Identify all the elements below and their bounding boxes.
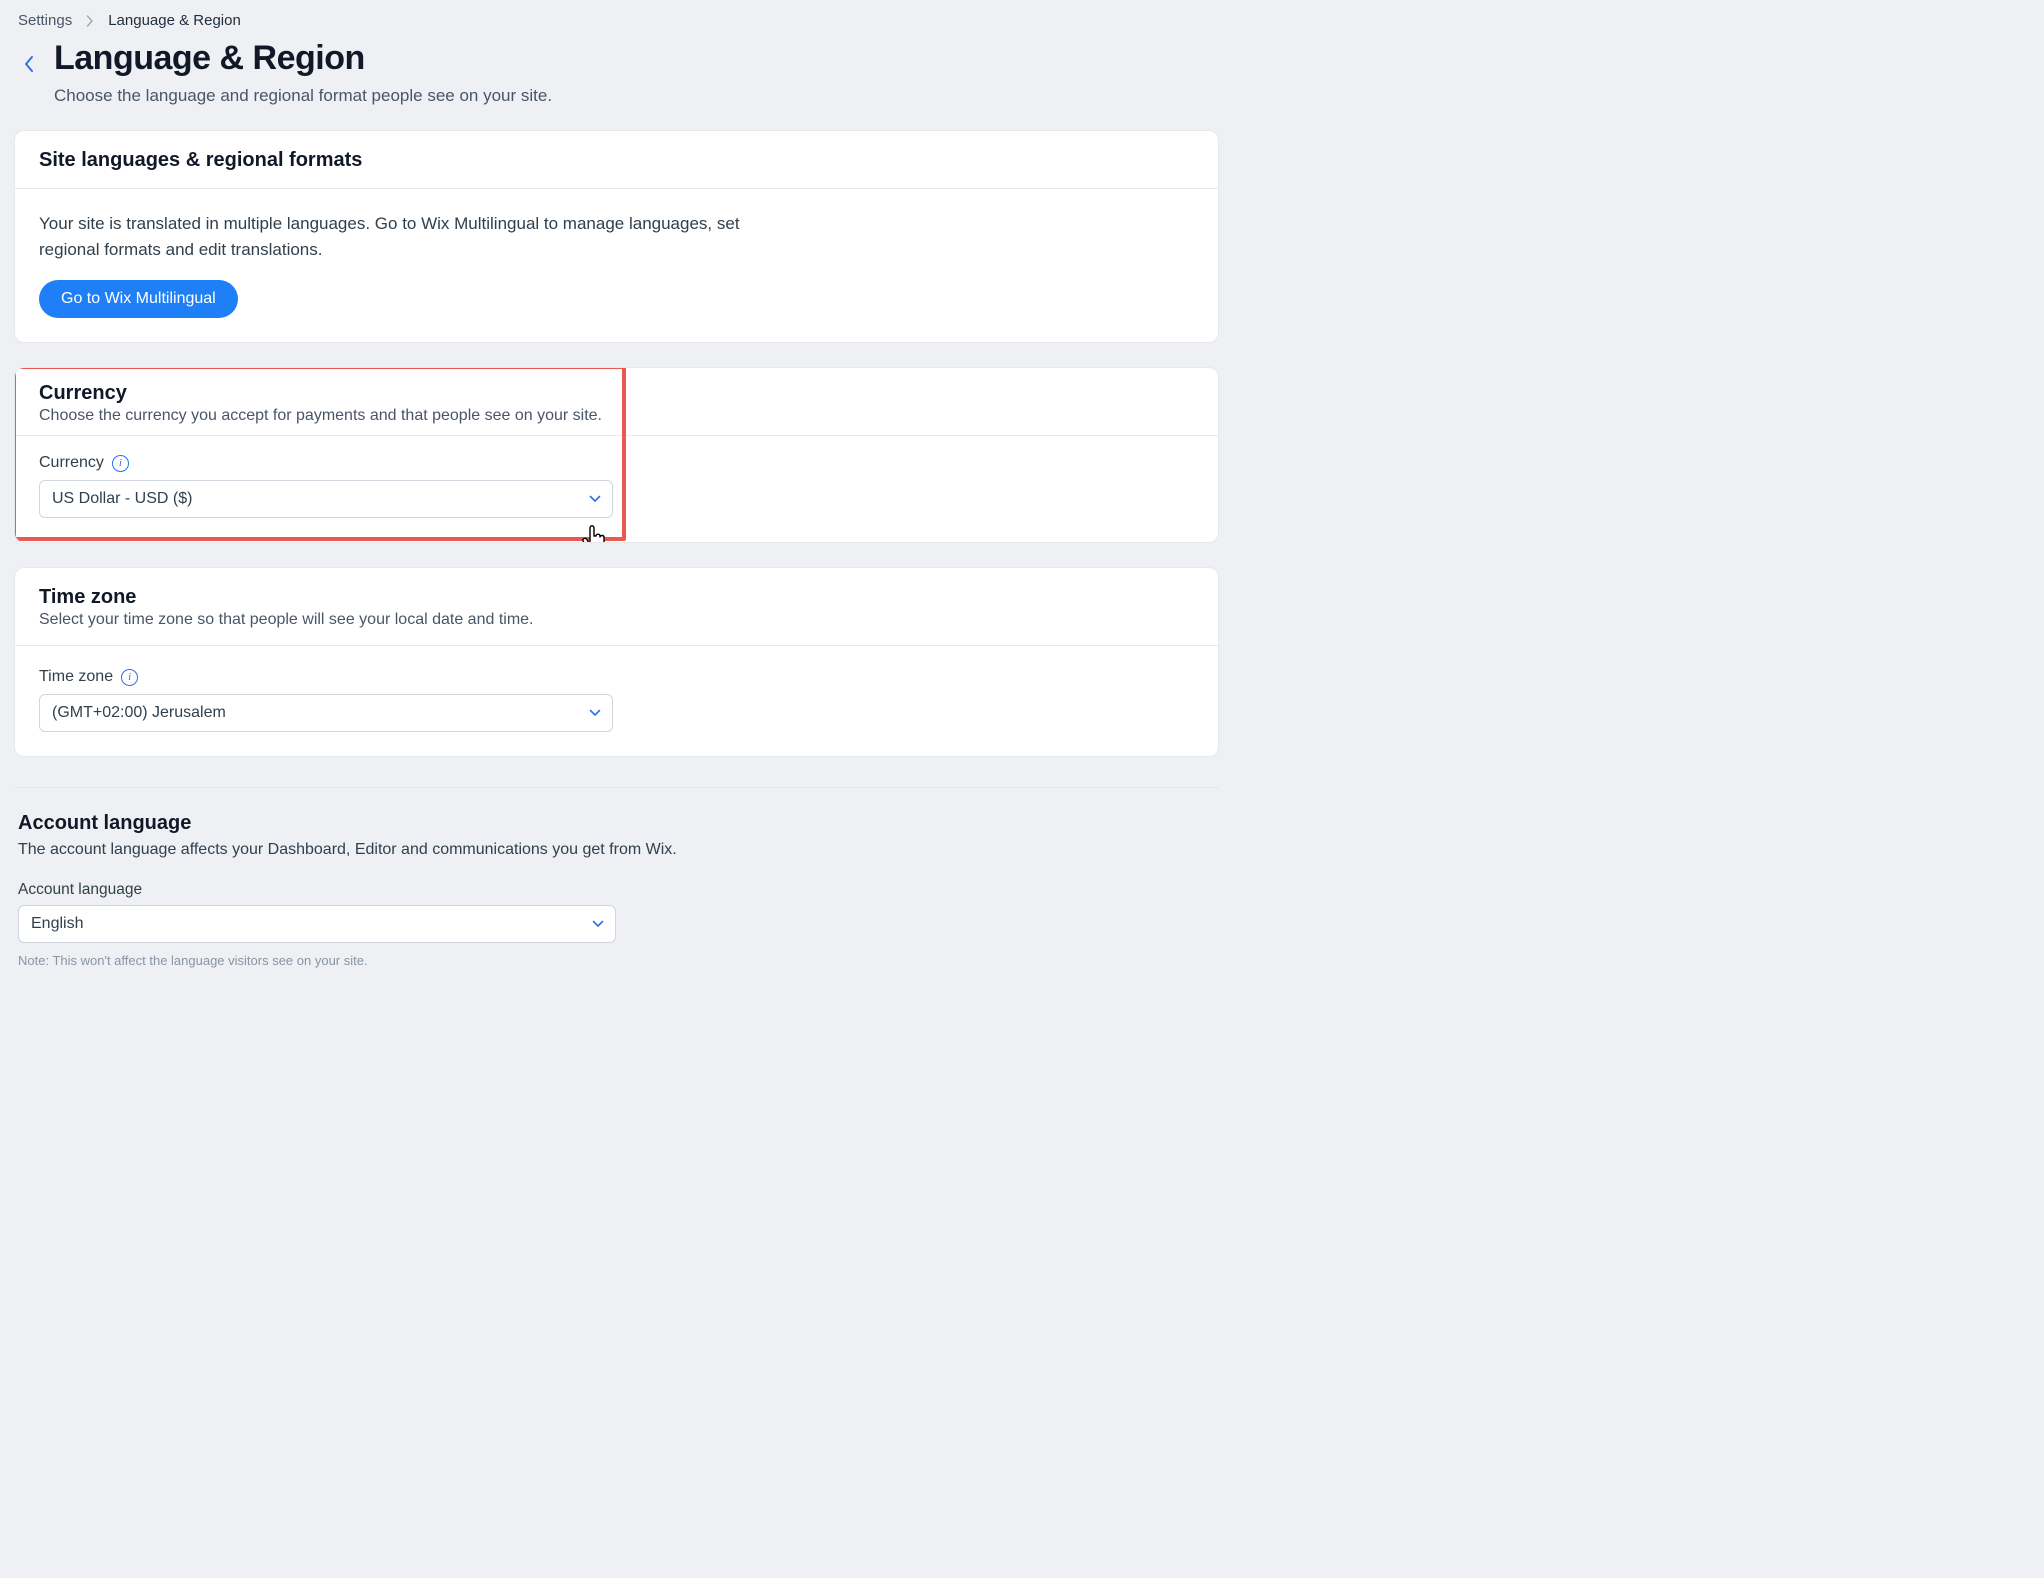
currency-select-value: US Dollar - USD ($) (52, 490, 192, 508)
timezone-card: Time zone Select your time zone so that … (14, 567, 1219, 757)
currency-field-label: Currency (39, 454, 104, 472)
timezone-field-label: Time zone (39, 668, 113, 686)
site-languages-card: Site languages & regional formats Your s… (14, 130, 1219, 343)
account-language-note: Note: This won't affect the language vis… (18, 953, 1215, 968)
info-icon[interactable]: i (112, 455, 129, 472)
account-language-select[interactable]: English (18, 905, 616, 943)
currency-desc: Choose the currency you accept for payme… (39, 407, 1194, 425)
currency-title: Currency (39, 382, 1194, 405)
timezone-select[interactable]: (GMT+02:00) Jerusalem (39, 694, 613, 732)
site-languages-title: Site languages & regional formats (39, 149, 1194, 172)
breadcrumb-root[interactable]: Settings (18, 12, 72, 29)
go-to-multilingual-button[interactable]: Go to Wix Multilingual (39, 280, 238, 318)
currency-card: Currency Choose the currency you accept … (14, 367, 1219, 543)
breadcrumb-current: Language & Region (108, 12, 241, 29)
account-language-desc: The account language affects your Dashbo… (18, 841, 1215, 859)
info-icon[interactable]: i (121, 669, 138, 686)
account-language-section: Account language The account language af… (14, 787, 1219, 968)
timezone-select-value: (GMT+02:00) Jerusalem (52, 704, 226, 722)
account-language-field-label: Account language (18, 881, 1215, 899)
currency-select[interactable]: US Dollar - USD ($) (39, 480, 613, 518)
page-title: Language & Region (54, 39, 552, 78)
page-subtitle: Choose the language and regional format … (54, 86, 552, 106)
page-header: Language & Region Choose the language an… (14, 35, 1219, 106)
account-language-select-value: English (31, 915, 83, 933)
back-button[interactable] (18, 45, 40, 83)
account-language-title: Account language (18, 812, 1215, 835)
timezone-title: Time zone (39, 586, 1194, 609)
site-languages-body: Your site is translated in multiple lang… (39, 211, 779, 262)
breadcrumb: Settings Language & Region (14, 12, 1219, 35)
timezone-desc: Select your time zone so that people wil… (39, 611, 1194, 629)
chevron-right-icon (86, 15, 94, 27)
